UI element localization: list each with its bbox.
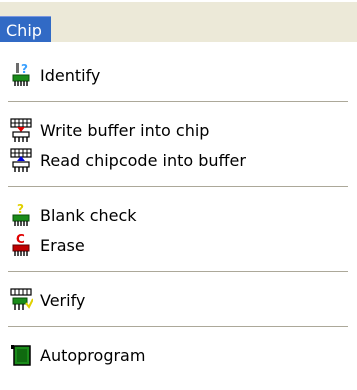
menu-item-label: Autoprogram [40,345,146,365]
svg-text:C: C [16,232,25,246]
menu-separator [8,186,348,188]
menu-item-label: Read chipcode into buffer [40,150,246,170]
chip-menu-title[interactable]: Chip [0,16,51,45]
chip-dropdown-menu: ? Identify Write buffer into chip Read c… [0,42,357,390]
menu-separator [8,101,348,103]
menu-item-label: Verify [40,290,86,310]
menu-item-verify[interactable]: Verify [0,283,357,317]
read-chip-icon [8,147,34,173]
verify-chip-icon [8,287,34,313]
autoprogram-chip-icon [8,342,34,368]
menu-item-write-buffer-into-chip[interactable]: Write buffer into chip [0,113,357,147]
identify-chip-icon: ? [8,62,34,88]
blank-check-chip-icon: ? [8,202,34,228]
menu-item-blank-check[interactable]: ? Blank check [0,198,357,232]
menu-item-label: Erase [40,235,85,255]
menu-item-autoprogram[interactable]: Autoprogram [0,338,357,372]
menu-separator [8,326,348,328]
svg-text:?: ? [17,202,24,216]
erase-chip-icon: C [8,232,34,258]
svg-text:?: ? [21,62,28,76]
menu-item-label: Blank check [40,205,137,225]
menu-item-erase[interactable]: C Erase [0,228,357,262]
menu-item-read-chipcode-into-buffer[interactable]: Read chipcode into buffer [0,143,357,177]
menu-item-label: Identify [40,65,101,85]
menu-item-identify[interactable]: ? Identify [0,58,357,92]
menu-bar: Chip [0,0,357,45]
write-chip-icon [8,117,34,143]
menu-separator [8,271,348,273]
menu-item-label: Write buffer into chip [40,120,210,140]
